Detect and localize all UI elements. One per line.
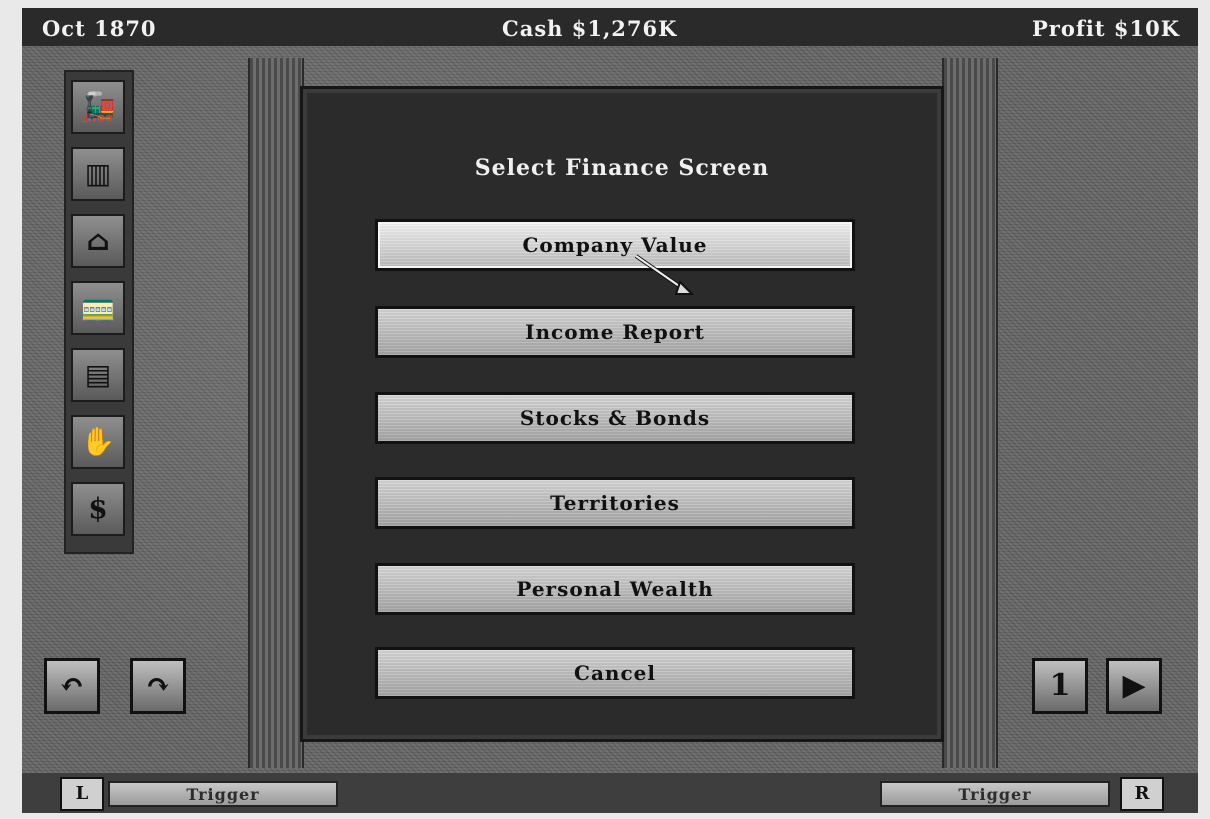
play-icon[interactable]: ▶ [1106, 658, 1162, 714]
redo-icon[interactable]: ↷ [130, 658, 186, 714]
bottom-bar: L Trigger Trigger R [22, 773, 1198, 813]
game-screen: Oct 1870 Cash $1,276K Profit $10K 🚂 ▥ ⌂ … [22, 8, 1198, 813]
right-frame-pillar [942, 58, 998, 768]
personal-wealth-button[interactable]: Personal Wealth [375, 563, 855, 615]
stocks-bonds-button[interactable]: Stocks & Bonds [375, 392, 855, 444]
train-icon[interactable]: 🚃 [71, 281, 125, 335]
button-label: Personal Wealth [516, 577, 714, 601]
left-frame-pillar [248, 58, 304, 768]
income-report-button[interactable]: Income Report [375, 306, 855, 358]
status-bar: Oct 1870 Cash $1,276K Profit $10K [22, 8, 1198, 46]
status-profit: Profit $10K [1032, 16, 1180, 41]
dialog-title: Select Finance Screen [474, 155, 770, 181]
right-trigger-button[interactable]: Trigger [880, 781, 1110, 807]
left-trigger-button[interactable]: Trigger [108, 781, 338, 807]
cancel-button[interactable]: Cancel [375, 647, 855, 699]
page-one-icon[interactable]: 1 [1032, 658, 1088, 714]
track-icon[interactable]: ▥ [71, 147, 125, 201]
button-label: Stocks & Bonds [519, 406, 711, 430]
territories-button[interactable]: Territories [375, 477, 855, 529]
finance-dialog: Select Finance Screen Company Value Inco… [300, 86, 944, 742]
right-shoulder-tag: R [1120, 777, 1164, 811]
undo-icon[interactable]: ↶ [44, 658, 100, 714]
button-label: Territories [550, 491, 680, 515]
left-toolbar: 🚂 ▥ ⌂ 🚃 ▤ ✋ $ [64, 70, 134, 554]
button-label: Cancel [574, 661, 656, 685]
button-label: Income Report [525, 320, 705, 344]
building-icon[interactable]: ▤ [71, 348, 125, 402]
locomotive-icon[interactable]: 🚂 [71, 80, 125, 134]
mouse-cursor-icon [634, 254, 695, 295]
status-cash: Cash $1,276K [502, 16, 678, 41]
left-shoulder-tag: L [60, 777, 104, 811]
hand-icon[interactable]: ✋ [71, 415, 125, 469]
status-date: Oct 1870 [42, 16, 157, 41]
station-icon[interactable]: ⌂ [71, 214, 125, 268]
company-value-button[interactable]: Company Value [375, 219, 855, 271]
finance-icon[interactable]: $ [71, 482, 125, 536]
